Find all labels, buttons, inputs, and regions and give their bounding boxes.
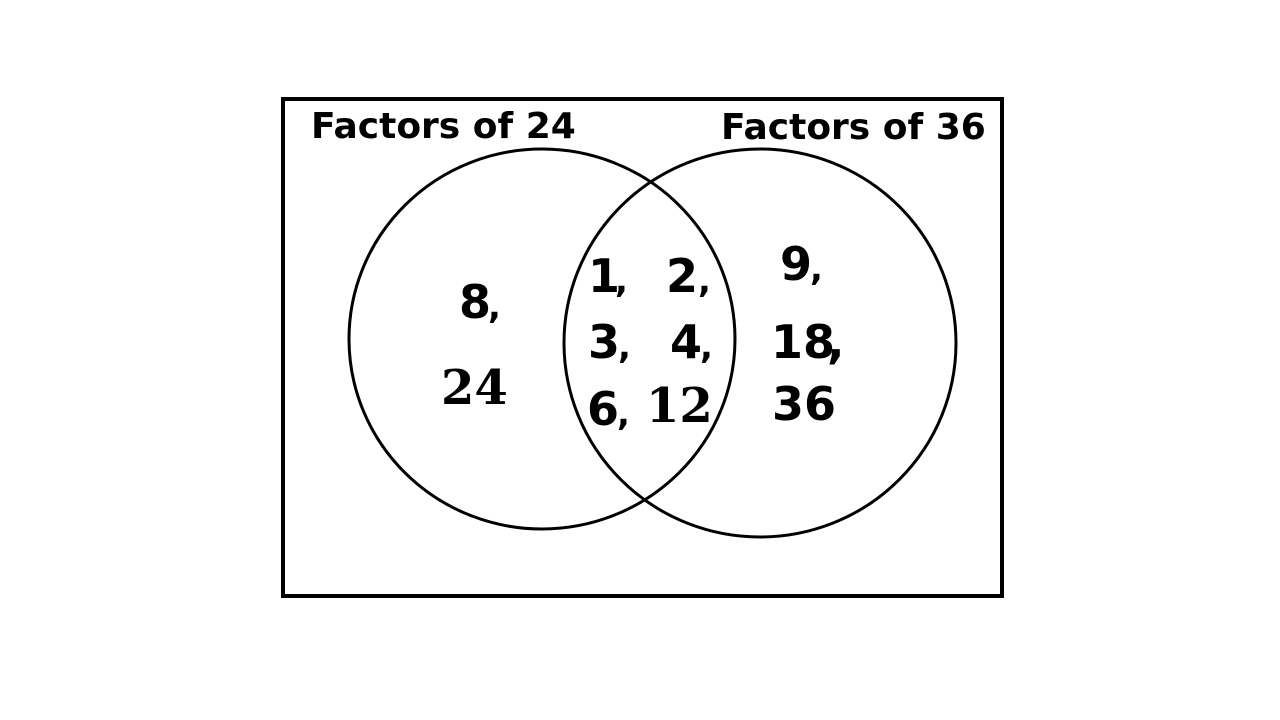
left-only-value: 24 xyxy=(441,360,508,416)
intersection-comma: , xyxy=(698,261,711,301)
right-only-value: 9 xyxy=(780,237,812,291)
intersection-comma: , xyxy=(615,261,628,301)
set-a-title: Factors of 24 xyxy=(311,106,576,147)
set-b-title: Factors of 36 xyxy=(721,107,986,148)
right-only-comma: , xyxy=(810,249,823,289)
venn-diagram: Factors of 24 Factors of 36 8 , 24 1 , 2… xyxy=(281,97,1004,598)
venn-diagram-stage: Factors of 24 Factors of 36 8 , 24 1 , 2… xyxy=(0,0,1280,720)
intersection-value: 3 xyxy=(588,315,620,369)
right-only-value: 18 xyxy=(771,315,835,369)
left-only-value: 8 xyxy=(459,275,491,329)
intersection-value: 2 xyxy=(666,249,698,303)
right-only-value: 36 xyxy=(772,377,836,431)
intersection-comma: , xyxy=(617,394,630,434)
intersection-comma: , xyxy=(700,327,713,367)
intersection-value: 12 xyxy=(646,378,713,434)
intersection-value: 6 xyxy=(587,382,619,436)
intersection-value: 4 xyxy=(670,315,702,369)
left-only-comma: , xyxy=(488,287,501,327)
universal-set-frame xyxy=(281,97,1004,598)
right-only-comma: , xyxy=(827,315,844,369)
intersection-comma: , xyxy=(618,327,631,367)
